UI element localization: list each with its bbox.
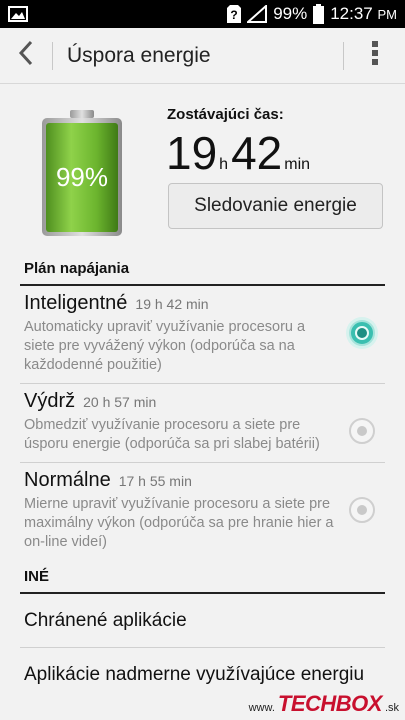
- plan-item-smart[interactable]: Inteligentné 19 h 42 min Automaticky upr…: [20, 286, 385, 384]
- plan-time: 17 h 55 min: [118, 473, 192, 489]
- plan-time: 19 h 42 min: [135, 296, 209, 312]
- status-bar: ? 99% 12:37 PM: [0, 0, 405, 28]
- plan-radio[interactable]: [349, 418, 375, 444]
- watermark-suffix: .sk: [384, 702, 399, 714]
- protected-apps-item[interactable]: Chránené aplikácie: [20, 594, 385, 648]
- plan-description: Mierne upraviť využívanie procesoru a si…: [24, 496, 334, 550]
- back-button[interactable]: [0, 28, 52, 84]
- battery-level-label: 99%: [55, 162, 109, 192]
- image-icon: [8, 6, 28, 22]
- plan-time: 20 h 57 min: [83, 394, 157, 410]
- plan-radio-selected[interactable]: [349, 320, 375, 346]
- battery-percent: 99%: [273, 4, 308, 23]
- other-header: INÉ: [20, 560, 385, 594]
- plan-item-normal[interactable]: Normálne 17 h 55 min Mierne upraviť využ…: [20, 463, 385, 560]
- remaining-hours: 19: [166, 127, 218, 179]
- battery-icon: [313, 4, 325, 24]
- watermark-brand: TECHBOX: [277, 691, 383, 716]
- overflow-menu-icon: [371, 41, 378, 70]
- plan-radio[interactable]: [349, 497, 375, 523]
- back-arrow-icon: [18, 40, 34, 71]
- remaining-time-label: Zostávajúci čas:: [167, 106, 284, 123]
- plan-item-endurance[interactable]: Výdrž 20 h 57 min Obmedziť využívanie pr…: [20, 384, 385, 463]
- battery-summary: 99% Zostávajúci čas: 19 h 42 min Sledova…: [0, 84, 405, 252]
- plan-description: Automaticky upraviť využívanie procesoru…: [24, 319, 306, 373]
- overflow-menu-button[interactable]: [343, 41, 405, 70]
- energy-monitor-button[interactable]: Sledovanie energie: [168, 183, 383, 229]
- plan-description: Obmedziť využívanie procesoru a siete pr…: [24, 417, 320, 452]
- signal-icon: [247, 5, 268, 23]
- watermark: www. TECHBOX .sk: [249, 691, 399, 717]
- power-plan-header: Plán napájania: [20, 252, 385, 286]
- minutes-unit: min: [284, 156, 311, 173]
- remaining-minutes: 42: [231, 127, 283, 179]
- watermark-prefix: www.: [248, 702, 275, 714]
- remaining-time: 19 h 42 min: [166, 126, 313, 180]
- hours-unit: h: [219, 156, 229, 173]
- page-title: Úspora energie: [67, 43, 211, 67]
- plan-name: Inteligentné: [24, 292, 128, 314]
- action-bar: Úspora energie: [0, 28, 405, 84]
- plan-name: Normálne: [24, 469, 111, 491]
- battery-graphic: 99%: [40, 110, 124, 238]
- plan-name: Výdrž: [24, 390, 76, 412]
- clock: 12:37 PM: [330, 4, 397, 23]
- sim-unknown-icon: ?: [227, 5, 242, 23]
- svg-text:?: ?: [231, 8, 238, 22]
